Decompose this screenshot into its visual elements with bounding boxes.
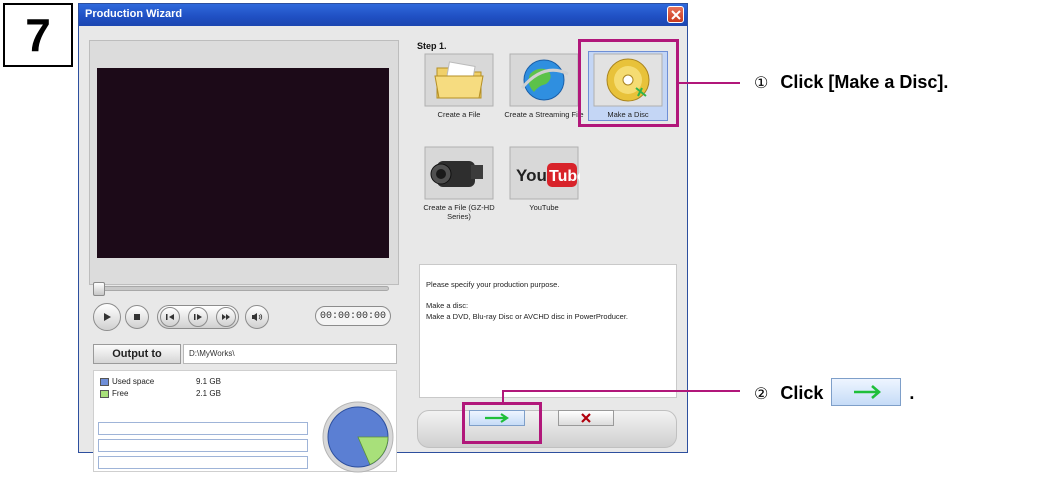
- output-path-field[interactable]: D:\MyWorks\: [183, 344, 397, 364]
- tile-caption: Create a File: [437, 110, 481, 119]
- close-icon: [670, 9, 681, 20]
- camcorder-icon: [424, 146, 494, 200]
- svg-text:Tube: Tube: [549, 168, 580, 185]
- volume-button[interactable]: [245, 305, 269, 329]
- seek-thumb[interactable]: [93, 282, 105, 296]
- seek-bar[interactable]: [97, 286, 389, 291]
- fast-forward-icon: [222, 314, 230, 320]
- used-space-swatch: [100, 378, 109, 386]
- fast-forward-button[interactable]: [216, 307, 236, 327]
- annotation-1-number: ①: [754, 75, 769, 92]
- arrow-right-icon: [854, 385, 882, 399]
- output-row: Output to D:\MyWorks\: [93, 344, 397, 364]
- step-number: 7: [3, 3, 73, 67]
- next-frame-icon: [194, 314, 202, 320]
- next-frame-button[interactable]: [188, 307, 208, 327]
- youtube-icon: You Tube: [509, 146, 586, 200]
- tile-create-a-file[interactable]: Create a File: [419, 52, 499, 119]
- stop-icon: [134, 314, 140, 320]
- free-space-value: 2.1 GB: [196, 389, 221, 398]
- previous-frame-icon: [166, 314, 174, 320]
- play-button[interactable]: [93, 303, 121, 331]
- transport-controls: 00:00:00:00: [93, 300, 399, 334]
- tile-caption: YouTube: [529, 203, 559, 212]
- next-button-highlight: [462, 402, 542, 444]
- svg-text:You: You: [516, 166, 547, 185]
- close-button[interactable]: [667, 6, 684, 23]
- callout-line-1: [679, 82, 740, 84]
- previous-frame-button[interactable]: [160, 307, 180, 327]
- tile-create-a-streaming-file[interactable]: Create a Streaming File: [504, 52, 584, 119]
- annotation-1-text: Click [Make a Disc].: [780, 72, 949, 92]
- used-space-label: Used space: [112, 377, 155, 386]
- window-title: Production Wizard: [85, 8, 183, 20]
- used-space-value: 9.1 GB: [196, 377, 221, 386]
- tile-caption: Create a Streaming File: [504, 110, 584, 119]
- tile-youtube[interactable]: You Tube YouTube: [504, 145, 586, 212]
- step-label: Step 1.: [417, 41, 447, 51]
- production-description: Please specify your production purpose. …: [419, 264, 677, 398]
- globe-icon: [509, 53, 579, 107]
- video-preview: [97, 68, 389, 258]
- description-line-1: Please specify your production purpose.: [426, 280, 560, 289]
- info-field-2: [98, 439, 308, 452]
- annotation-2-number: ②: [754, 385, 769, 403]
- tile-caption: Create a File (GZ-HD Series): [423, 203, 495, 221]
- title-bar: Production Wizard: [79, 4, 687, 26]
- inline-next-button: [831, 378, 902, 406]
- speaker-icon: [252, 313, 263, 321]
- description-line-3: Make a DVD, Blu-ray Disc or AVCHD disc i…: [426, 312, 629, 321]
- play-icon: [104, 313, 111, 321]
- tile-create-a-file-gz-hd[interactable]: Create a File (GZ-HD Series): [419, 145, 499, 221]
- info-field-1: [98, 422, 308, 435]
- wizard-button-bar: [417, 410, 677, 448]
- make-a-disc-highlight: [578, 39, 679, 127]
- info-field-3: [98, 456, 308, 469]
- folder-icon: [424, 53, 494, 107]
- stop-button[interactable]: [125, 305, 149, 329]
- timecode-display: 00:00:00:00: [315, 306, 391, 326]
- close-icon: [581, 413, 591, 423]
- annotation-2: ② Click.: [754, 378, 915, 408]
- output-to-button[interactable]: Output to: [93, 344, 181, 364]
- annotation-1: ① Click [Make a Disc].: [754, 72, 948, 93]
- description-line-2: Make a disc:: [426, 301, 469, 310]
- annotation-2-suffix: .: [909, 382, 915, 403]
- callout-line-2: [502, 390, 740, 392]
- free-space-swatch: [100, 390, 109, 398]
- disk-space-pie: [322, 401, 394, 473]
- disk-space-panel: Used space 9.1 GB Free 2.1 GB: [93, 370, 397, 473]
- free-space-label: Free: [112, 389, 129, 398]
- cancel-button[interactable]: [558, 410, 614, 426]
- annotation-2-prefix: Click: [780, 382, 824, 403]
